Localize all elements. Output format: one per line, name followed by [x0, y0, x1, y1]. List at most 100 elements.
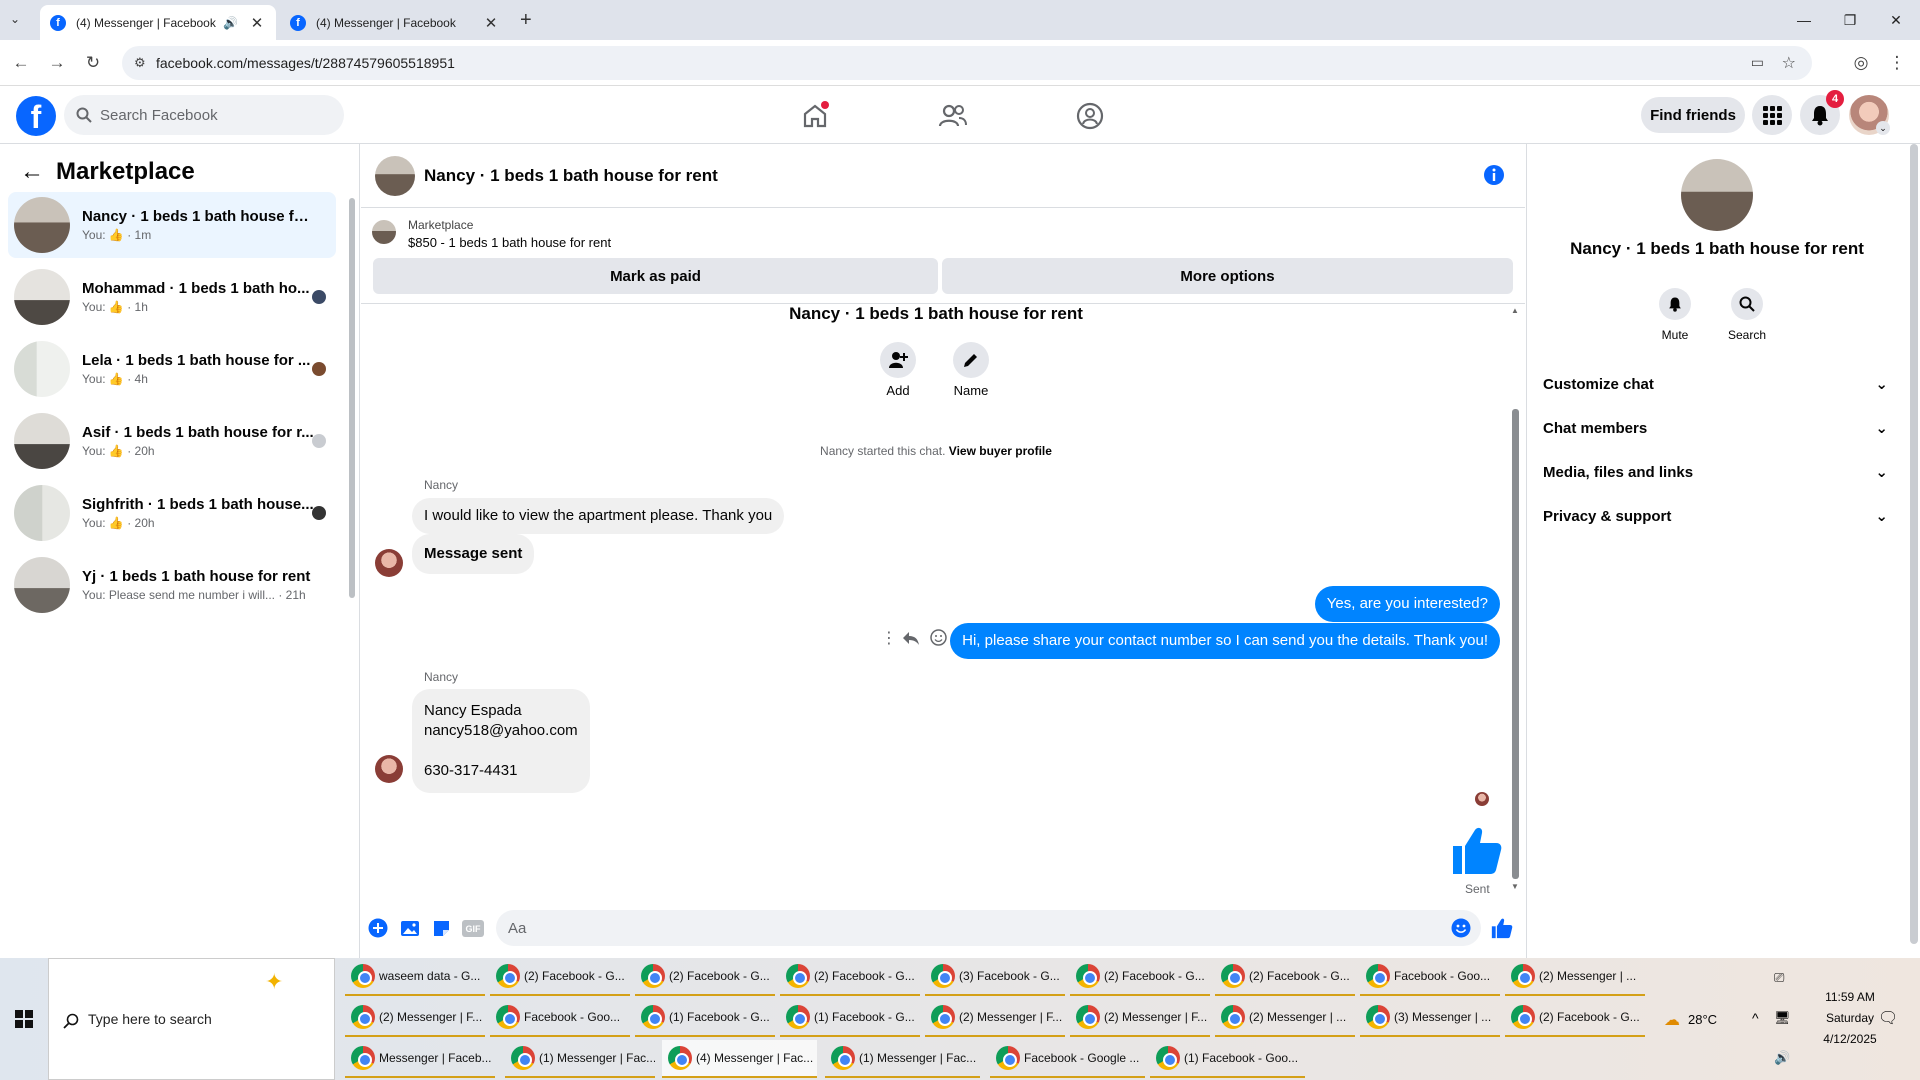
conversation-item[interactable]: Sighfrith · 1 beds 1 bath house... You: 👍…: [8, 480, 336, 546]
profile-icon[interactable]: ◎: [1850, 52, 1872, 74]
browser-menu-icon[interactable]: ⋮: [1886, 52, 1908, 74]
taskbar-item[interactable]: (2) Messenger | ...: [1505, 958, 1645, 996]
listing-thumbnail-small[interactable]: [372, 220, 396, 244]
mark-as-paid-button[interactable]: Mark as paid: [373, 258, 938, 294]
weather-icon[interactable]: ☁: [1664, 1010, 1680, 1030]
taskbar-item[interactable]: (3) Facebook - G...: [925, 958, 1065, 996]
network-icon[interactable]: 🖥: [1774, 1010, 1791, 1026]
conversation-item[interactable]: Yj · 1 beds 1 bath house for rent You: Pl…: [8, 552, 336, 618]
message-input[interactable]: Aa: [496, 910, 1481, 946]
meet-now-icon[interactable]: ⎚: [1774, 970, 1784, 986]
taskbar-item[interactable]: (2) Messenger | ...: [1215, 999, 1355, 1037]
taskbar-item[interactable]: Facebook - Goo...: [490, 999, 630, 1037]
friends-icon[interactable]: [938, 101, 968, 131]
sender-avatar[interactable]: [375, 755, 403, 783]
details-avatar[interactable]: [1681, 159, 1753, 231]
close-tab-icon[interactable]: ✕: [248, 14, 266, 32]
taskbar-item[interactable]: (2) Facebook - G...: [1215, 958, 1355, 996]
message-bubble[interactable]: Message sent: [412, 534, 535, 574]
site-info-icon[interactable]: ⚙: [134, 55, 146, 71]
list-scrollbar[interactable]: [349, 198, 355, 598]
sender-avatar[interactable]: [375, 549, 403, 577]
message-bubble-sent[interactable]: Yes, are you interested?: [1314, 586, 1500, 622]
taskbar-item-active[interactable]: (4) Messenger | Fac...: [662, 1040, 817, 1078]
windows-start-icon[interactable]: [15, 1010, 33, 1028]
taskbar-item[interactable]: (2) Facebook - G...: [1070, 958, 1210, 996]
notification-center-icon[interactable]: 🗨: [1878, 1008, 1898, 1028]
forward-icon[interactable]: →: [46, 52, 68, 74]
privacy-support-section[interactable]: Privacy & support ⌄: [1543, 498, 1888, 534]
taskbar-item[interactable]: (1) Facebook - G...: [635, 999, 775, 1037]
menu-grid-button[interactable]: [1752, 95, 1792, 135]
clock-date[interactable]: 4/12/2025: [1800, 1032, 1900, 1046]
taskbar-item[interactable]: (2) Facebook - G...: [1505, 999, 1645, 1037]
tray-chevron-icon[interactable]: ^: [1752, 1010, 1759, 1026]
taskbar-item[interactable]: (1) Messenger | Fac...: [825, 1040, 980, 1078]
reload-icon[interactable]: ↻: [82, 52, 104, 74]
taskbar-search-box[interactable]: Type here to search ✦: [48, 958, 335, 1080]
taskbar-item[interactable]: Facebook - Google ...: [990, 1040, 1145, 1078]
account-chevron-icon[interactable]: ⌄: [1876, 121, 1890, 135]
speaker-icon[interactable]: 🔊: [223, 16, 238, 30]
plus-actions-icon[interactable]: [368, 918, 388, 938]
home-icon[interactable]: [800, 101, 830, 131]
conversation-item[interactable]: Asif · 1 beds 1 bath house for r... You: …: [8, 408, 336, 474]
listing-title[interactable]: $850 - 1 beds 1 bath house for rent: [408, 235, 611, 250]
close-tab-icon[interactable]: ✕: [482, 14, 500, 32]
scroll-down-icon[interactable]: ▼: [1511, 882, 1519, 891]
search-facebook-input[interactable]: Search Facebook: [64, 95, 344, 135]
thumbs-up-sent-icon[interactable]: [1451, 824, 1503, 876]
find-friends-button[interactable]: Find friends: [1641, 97, 1745, 133]
taskbar-item[interactable]: (1) Facebook - Goo...: [1150, 1040, 1305, 1078]
taskbar-item[interactable]: (2) Messenger | F...: [345, 999, 485, 1037]
taskbar-item[interactable]: (1) Messenger | Fac...: [505, 1040, 655, 1078]
conversation-item[interactable]: Mohammad · 1 beds 1 bath ho... You: 👍 · 1…: [8, 264, 336, 330]
more-actions-icon[interactable]: ⋮: [881, 628, 897, 648]
tab-search-chevron-icon[interactable]: ⌄: [10, 12, 28, 30]
browser-tab-active[interactable]: f (4) Messenger | Facebook 🔊 ✕: [40, 5, 276, 40]
chat-members-section[interactable]: Chat members ⌄: [1543, 410, 1888, 446]
taskbar-item[interactable]: (2) Messenger | F...: [925, 999, 1065, 1037]
taskbar-item[interactable]: waseem data - G...: [345, 958, 485, 996]
add-people-button[interactable]: [880, 342, 916, 378]
install-app-icon[interactable]: ▭: [1751, 54, 1764, 71]
back-icon[interactable]: ←: [10, 52, 32, 74]
taskbar-item[interactable]: (2) Facebook - G...: [780, 958, 920, 996]
browser-tab[interactable]: f (4) Messenger | Facebook ✕: [280, 5, 510, 40]
view-buyer-profile-link[interactable]: View buyer profile: [949, 444, 1052, 458]
chat-title[interactable]: Nancy · 1 beds 1 bath house for rent: [424, 166, 718, 186]
thumbs-up-send-icon[interactable]: [1491, 917, 1513, 939]
close-window-icon[interactable]: ✕: [1878, 8, 1914, 32]
chat-avatar[interactable]: [375, 156, 415, 196]
message-bubble[interactable]: I would like to view the apartment pleas…: [412, 498, 785, 534]
taskbar-item[interactable]: (2) Facebook - G...: [490, 958, 630, 996]
taskbar-item[interactable]: Messenger | Faceb...: [345, 1040, 495, 1078]
reply-icon[interactable]: [902, 630, 920, 646]
chat-scrollbar[interactable]: [1512, 409, 1519, 879]
bookmark-star-icon[interactable]: ☆: [1782, 53, 1796, 73]
more-options-button[interactable]: More options: [942, 258, 1513, 294]
gif-icon[interactable]: GIF: [462, 920, 484, 937]
conversation-item[interactable]: Nancy · 1 beds 1 bath house for r... You:…: [8, 192, 336, 258]
taskbar-item[interactable]: Facebook - Goo...: [1360, 958, 1500, 996]
contact-card-bubble[interactable]: Nancy Espada nancy518@yahoo.com 630-317-…: [412, 689, 590, 793]
mute-button[interactable]: [1659, 288, 1691, 320]
taskbar-item[interactable]: (2) Facebook - G...: [635, 958, 775, 996]
taskbar-item[interactable]: (2) Messenger | F...: [1070, 999, 1210, 1037]
taskbar-item[interactable]: (3) Messenger | ...: [1360, 999, 1500, 1037]
url-field[interactable]: ⚙ facebook.com/messages/t/28874579605518…: [122, 46, 1812, 80]
clock-time[interactable]: 11:59 AM: [1800, 990, 1900, 1004]
taskbar-item[interactable]: (1) Facebook - G...: [780, 999, 920, 1037]
new-tab-icon[interactable]: +: [520, 9, 532, 32]
facebook-logo-icon[interactable]: f: [16, 96, 56, 136]
info-icon[interactable]: [1483, 164, 1505, 186]
photo-icon[interactable]: [400, 919, 420, 937]
back-arrow-icon[interactable]: ←: [20, 158, 44, 186]
page-scrollbar[interactable]: [1910, 144, 1918, 944]
emoji-icon[interactable]: [1451, 918, 1471, 938]
sticker-icon[interactable]: [432, 919, 451, 938]
name-chat-button[interactable]: [953, 342, 989, 378]
minimize-icon[interactable]: —: [1786, 8, 1822, 32]
message-bubble-sent[interactable]: Hi, please share your contact number so …: [950, 623, 1500, 659]
groups-icon[interactable]: [1075, 101, 1105, 131]
